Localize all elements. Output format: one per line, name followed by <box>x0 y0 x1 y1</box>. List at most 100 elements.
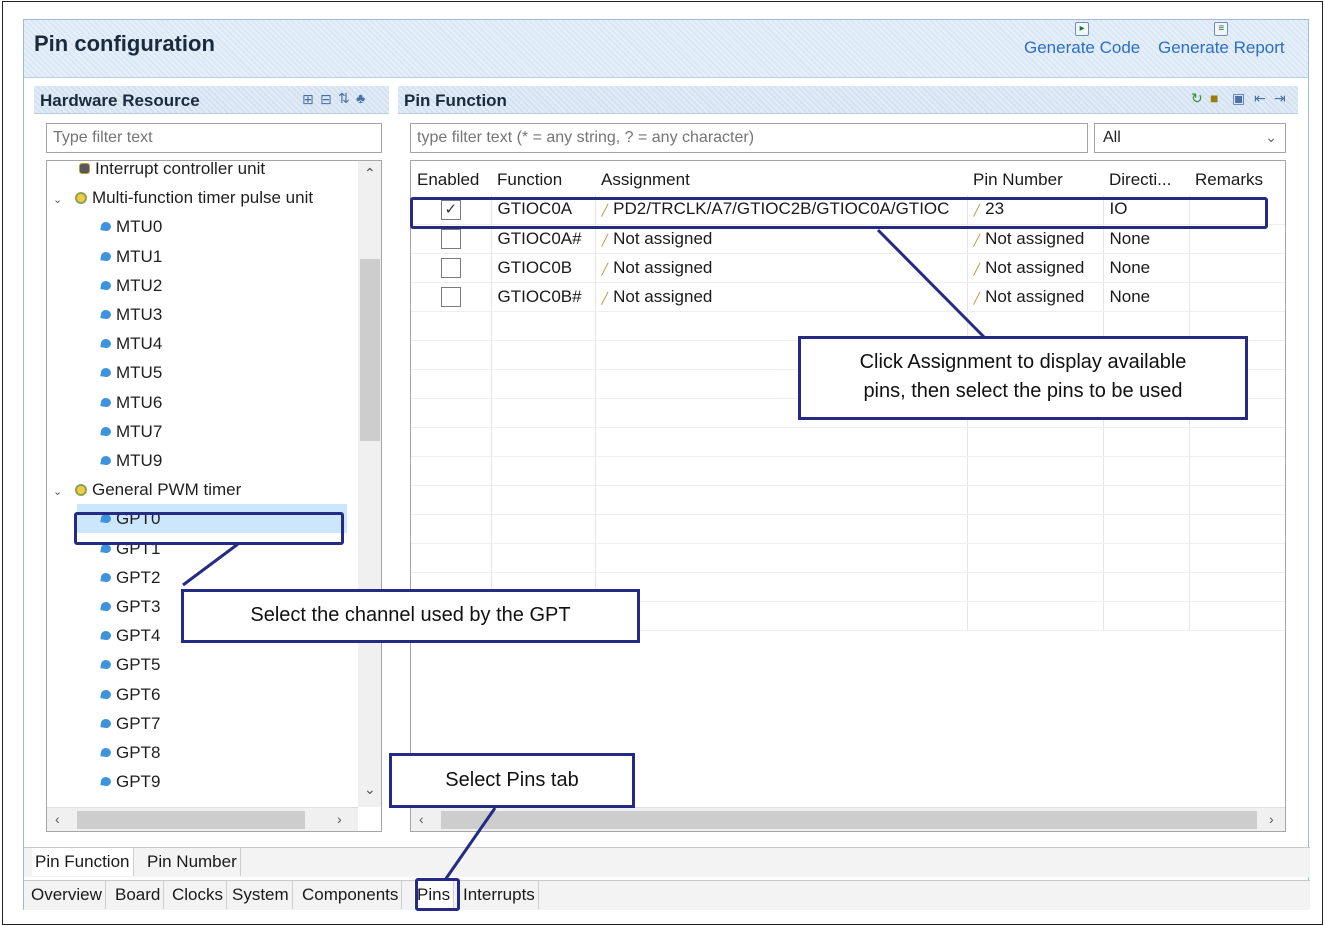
cell-function <box>491 369 596 399</box>
tree-item-label: GPT5 <box>116 655 161 675</box>
edit-pencil-icon: ╱ <box>601 263 609 276</box>
tree-item-gpt2[interactable]: GPT2 <box>47 563 352 592</box>
tree-item-label: GPT3 <box>116 597 161 616</box>
column-header[interactable]: Assignment <box>595 165 967 195</box>
tree-item-mtu6[interactable]: MTU6 <box>47 388 352 417</box>
chevron-down-icon[interactable]: ⌄ <box>53 478 65 507</box>
table-row[interactable]: GTIOC0B ╱ Not assigned ╱ Not assigned None <box>411 253 1285 283</box>
cell-enabled[interactable] <box>411 253 492 283</box>
table-scroll-right-icon[interactable]: › <box>1269 811 1274 827</box>
table-horizontal-scrollbar[interactable]: ‹ › <box>411 807 1285 831</box>
tree-item-mtu5[interactable]: MTU5 <box>47 358 352 387</box>
hierarchy-icon[interactable]: ♣ <box>356 90 365 106</box>
cell-direction: None <box>1103 253 1190 283</box>
table-row[interactable] <box>411 427 1285 457</box>
scroll-right-arrow-icon[interactable]: › <box>337 811 342 827</box>
table-row[interactable] <box>411 485 1285 515</box>
tree-item-mtu1[interactable]: MTU1 <box>47 242 352 271</box>
table-scroll-left-icon[interactable]: ‹ <box>419 811 424 827</box>
tree-scroll-thumb[interactable] <box>360 259 380 441</box>
column-header[interactable]: Directi... <box>1103 165 1189 195</box>
generate-report-button[interactable]: ≡ Generate Report <box>1158 22 1285 58</box>
cell-enabled <box>411 514 492 544</box>
chevron-down-icon: ⌄ <box>1265 129 1277 145</box>
cell-direction <box>1103 543 1190 573</box>
cell-assignment[interactable]: ╱ Not assigned <box>595 282 968 312</box>
tree-item-mtu9[interactable]: MTU9 <box>47 446 352 475</box>
tree-item-mtu2[interactable]: MTU2 <box>47 271 352 300</box>
tree-vertical-scrollbar[interactable]: ⌃ ⌄ <box>358 161 381 807</box>
tree-horizontal-scrollbar[interactable]: ‹ › <box>47 807 358 831</box>
cell-enabled[interactable] <box>411 282 492 312</box>
table-row[interactable] <box>411 543 1285 573</box>
cell-pin-number <box>967 485 1104 515</box>
tab-board[interactable]: Board <box>112 881 165 909</box>
column-header[interactable]: Function <box>491 165 595 195</box>
tab-clocks[interactable]: Clocks <box>169 881 228 909</box>
tree-hscroll-thumb[interactable] <box>77 811 305 829</box>
tree-item-mtu7[interactable]: MTU7 <box>47 417 352 446</box>
scroll-left-arrow-icon[interactable]: ‹ <box>55 811 60 827</box>
cell-pin-number[interactable]: ╱ Not assigned <box>967 253 1104 283</box>
import-icon[interactable]: ⇤ <box>1254 90 1266 107</box>
tree-item-interrupt-controller-unit[interactable]: Interrupt controller unit <box>47 161 352 183</box>
tree-item-multi-function-timer-pulse-unit[interactable]: ⌄ Multi-function timer pulse unit <box>47 183 352 212</box>
tree-item-gpt9[interactable]: GPT9 <box>47 767 352 796</box>
table-row[interactable] <box>411 456 1285 486</box>
scroll-down-arrow-icon[interactable]: ⌄ <box>364 781 376 798</box>
edit-pencil-icon: ╱ <box>601 234 609 247</box>
cell-text: GTIOC0B# <box>497 286 582 306</box>
tree-item-gpt7[interactable]: GPT7 <box>47 709 352 738</box>
scroll-up-arrow-icon[interactable]: ⌃ <box>364 165 376 182</box>
tree-item-label: MTU3 <box>116 305 163 324</box>
tree-item-gpt5[interactable]: GPT5 <box>47 650 352 679</box>
pin-filter-combo[interactable]: All ⌄ <box>1094 123 1286 153</box>
cell-assignment <box>595 514 968 544</box>
table-row[interactable] <box>411 514 1285 544</box>
enabled-checkbox[interactable] <box>440 228 461 249</box>
tab-components[interactable]: Components <box>299 881 403 909</box>
generate-code-button[interactable]: ▸ Generate Code <box>1024 22 1140 58</box>
cell-text: Not assigned <box>613 286 713 306</box>
tree-item-mtu4[interactable]: MTU4 <box>47 329 352 358</box>
refresh-icon[interactable]: ↻ <box>1191 90 1203 107</box>
cell-pin-number[interactable]: ╱ Not assigned <box>967 282 1104 312</box>
table-hscroll-thumb[interactable] <box>441 811 1257 829</box>
cell-text: None <box>1109 286 1151 306</box>
tab-pin-number[interactable]: Pin Number <box>144 848 241 876</box>
collapse-all-icon[interactable]: ⊟ <box>320 91 332 108</box>
sort-icon[interactable]: ⇅ <box>338 90 350 107</box>
column-header[interactable]: Pin Number <box>967 165 1103 195</box>
table-row[interactable]: GTIOC0B# ╱ Not assigned ╱ Not assigned None <box>411 282 1285 312</box>
cell-text: None <box>1109 257 1151 277</box>
expand-all-icon[interactable]: ⊞ <box>302 91 314 108</box>
cell-assignment[interactable]: ╱ Not assigned <box>595 253 968 283</box>
assignment-row-highlight <box>410 197 1268 229</box>
tree-item-general-pwm-timer[interactable]: ⌄ General PWM timer <box>47 475 352 504</box>
export-icon[interactable]: ▣ <box>1232 90 1245 107</box>
pin-function-filter-input[interactable] <box>410 123 1088 153</box>
tree-item-gpt6[interactable]: GPT6 <box>47 680 352 709</box>
hardware-filter-input[interactable] <box>46 123 382 153</box>
tab-interrupts[interactable]: Interrupts <box>460 881 539 909</box>
enabled-checkbox[interactable] <box>440 257 461 278</box>
pin-function-header: Pin Function ↻ ■ ▣ ⇤ ⇥ <box>398 86 1298 114</box>
leaf-icon <box>100 250 112 262</box>
page-title: Pin configuration <box>34 31 215 56</box>
tab-system[interactable]: System <box>229 881 293 909</box>
tab-pin-function[interactable]: Pin Function <box>32 848 134 876</box>
cell-direction <box>1103 601 1190 631</box>
tree-item-gpt8[interactable]: GPT8 <box>47 738 352 767</box>
edit-pencil-icon: ╱ <box>973 263 981 276</box>
tree-item-mtu0[interactable]: MTU0 <box>47 212 352 241</box>
chevron-down-icon[interactable]: ⌄ <box>53 186 65 215</box>
upload-icon[interactable]: ⇥ <box>1274 90 1286 107</box>
enabled-checkbox[interactable] <box>440 286 461 307</box>
tab-overview[interactable]: Overview <box>28 881 106 909</box>
cell-remarks <box>1189 601 1285 631</box>
tree-item-mtu3[interactable]: MTU3 <box>47 300 352 329</box>
column-header[interactable]: Remarks <box>1189 165 1285 195</box>
channel-callout: Select the channel used by the GPT <box>181 589 640 643</box>
column-header[interactable]: Enabled <box>411 165 491 195</box>
save-icon[interactable]: ■ <box>1210 90 1218 106</box>
